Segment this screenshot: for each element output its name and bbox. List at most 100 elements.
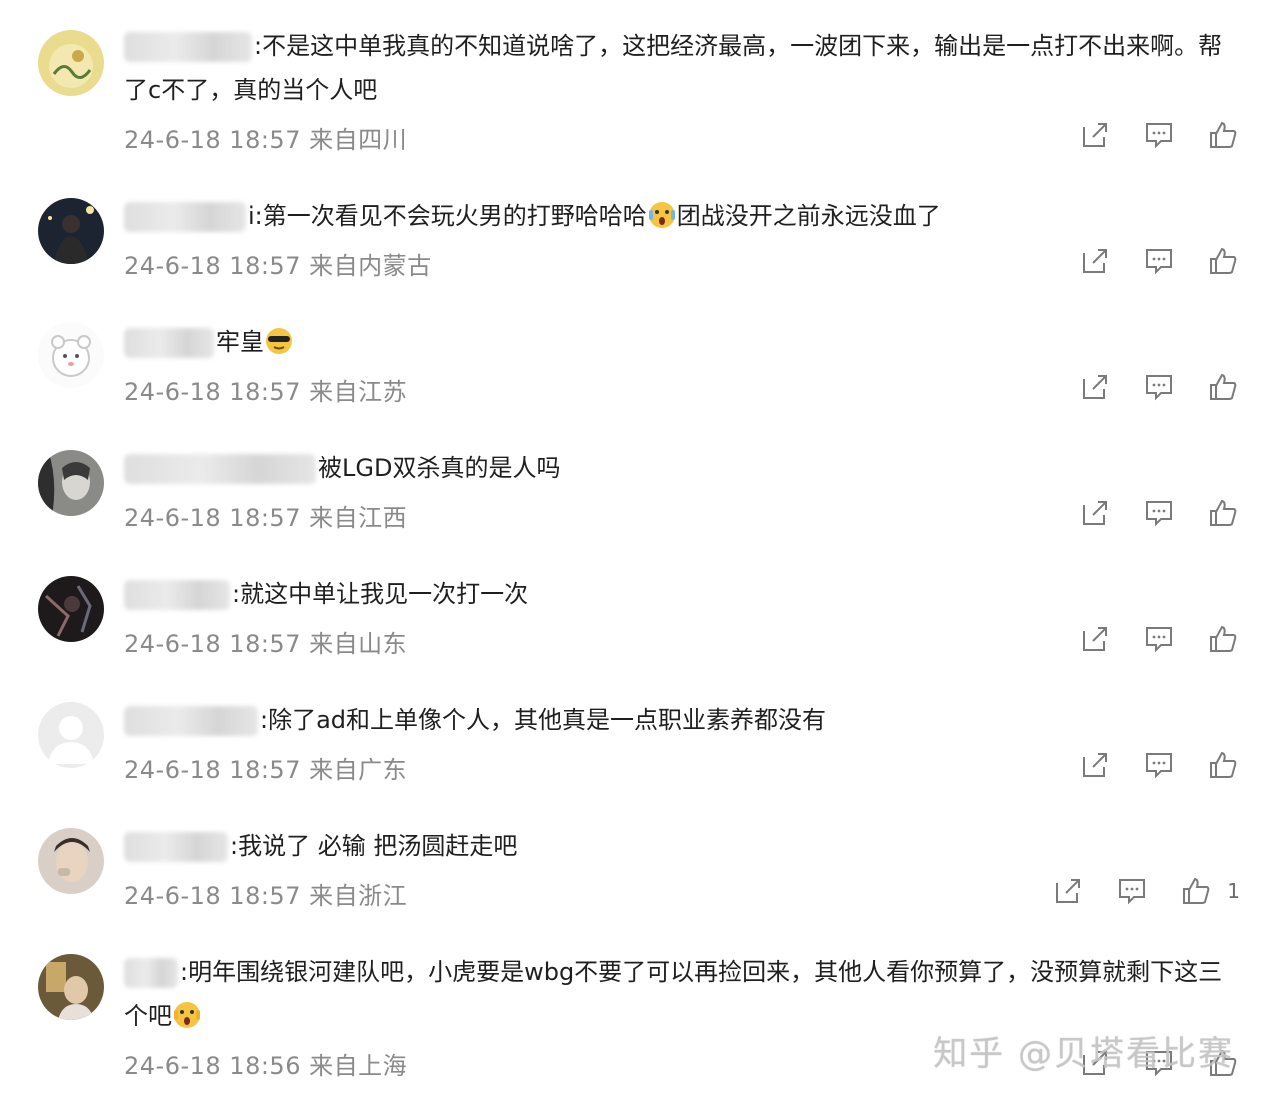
share-button[interactable]: [1078, 748, 1112, 782]
location: 来自上海: [309, 1052, 408, 1080]
reply-button[interactable]: [1142, 244, 1176, 278]
comment-meta: 24-6-18 18:57 来自江西: [124, 498, 407, 533]
comment-icon: [1146, 375, 1172, 401]
avatar[interactable]: [38, 450, 104, 516]
timestamp: 24-6-18 18:57: [124, 882, 301, 910]
comment-text: :不是这中单我真的不知道说啥了，这把经济最高，一波团下来，输出是一点打不出来啊。…: [124, 32, 1223, 104]
share-icon: [1056, 879, 1081, 903]
like-count: 1: [1227, 879, 1240, 903]
reply-button[interactable]: [1115, 874, 1149, 908]
username-blurred[interactable]: [124, 958, 178, 988]
comment-actions: [1048, 244, 1240, 278]
share-button[interactable]: [1078, 622, 1112, 656]
timestamp: 24-6-18 18:57: [124, 126, 301, 154]
comment-text: :我说了 必输 把汤圆赶走吧: [124, 824, 1236, 868]
comment-icon: [1146, 501, 1172, 527]
scream-emoji-icon: [648, 202, 675, 228]
username-blurred[interactable]: [124, 454, 316, 484]
share-icon: [1083, 627, 1107, 651]
username-blurred[interactable]: [124, 328, 214, 358]
thumbs-up-icon: [1210, 121, 1237, 148]
thumbs-up-icon: [1210, 247, 1237, 274]
comment-meta: 24-6-18 18:57 来自山东: [124, 624, 407, 659]
avatar[interactable]: [38, 198, 104, 264]
username-blurred[interactable]: [124, 832, 228, 862]
thumbs-up-icon: [1183, 877, 1210, 904]
timestamp: 24-6-18 18:56: [124, 1052, 301, 1080]
thumbs-up-icon: [1210, 625, 1237, 652]
location: 来自江苏: [309, 378, 408, 406]
comment-text: i:第一次看见不会玩火男的打野哈哈哈 团战没开之前永远没血了: [124, 194, 1236, 238]
comment-actions: [1048, 118, 1240, 152]
share-icon: [1083, 375, 1107, 399]
scream-emoji-icon: [174, 1002, 200, 1028]
thumbs-up-icon: [1210, 499, 1237, 526]
comment-meta: 24-6-18 18:57 来自四川: [124, 120, 407, 155]
username-blurred[interactable]: [124, 32, 252, 62]
reply-button[interactable]: [1142, 496, 1176, 530]
avatar[interactable]: [38, 322, 104, 388]
comment-text: 被LGD双杀真的是人吗: [124, 446, 1236, 490]
comment-icon: [1146, 627, 1172, 653]
comment-text: 牢皇: [124, 320, 1236, 364]
avatar[interactable]: [38, 576, 104, 642]
username-blurred[interactable]: [124, 202, 246, 232]
comment-icon: [1119, 879, 1146, 905]
location: 来自浙江: [309, 882, 408, 910]
comment-text: :除了ad和上单像个人，其他真是一点职业素养都没有: [124, 698, 1236, 742]
comment-meta: 24-6-18 18:57 来自广东: [124, 750, 407, 785]
comment-actions: [1048, 748, 1240, 782]
comment-icon: [1146, 249, 1172, 275]
reply-button[interactable]: [1142, 118, 1176, 152]
share-icon: [1083, 249, 1107, 273]
like-button[interactable]: [1206, 118, 1240, 152]
share-button[interactable]: [1078, 244, 1112, 278]
comment-icon: [1146, 753, 1172, 779]
comment-icon: [1146, 123, 1172, 149]
like-button[interactable]: [1206, 748, 1240, 782]
share-button[interactable]: [1051, 874, 1085, 908]
comment-meta: 24-6-18 18:56 来自上海: [124, 1046, 407, 1081]
share-button[interactable]: [1078, 496, 1112, 530]
share-button[interactable]: [1078, 118, 1112, 152]
avatar[interactable]: [38, 702, 104, 768]
thumbs-up-icon: [1210, 373, 1237, 400]
location: 来自广东: [309, 756, 408, 784]
timestamp: 24-6-18 18:57: [124, 504, 301, 532]
location: 来自四川: [309, 126, 408, 154]
like-button[interactable]: [1206, 496, 1240, 530]
like-button[interactable]: [1206, 370, 1240, 404]
share-icon: [1083, 501, 1107, 525]
share-icon: [1083, 123, 1107, 147]
thumbs-up-icon: [1210, 751, 1237, 778]
timestamp: 24-6-18 18:57: [124, 630, 301, 658]
avatar[interactable]: [38, 30, 104, 96]
comment-actions: [1048, 496, 1240, 530]
username-blurred[interactable]: [124, 580, 230, 610]
location: 来自山东: [309, 630, 408, 658]
sunglasses-emoji-icon: [266, 328, 292, 354]
location: 来自内蒙古: [309, 252, 432, 280]
username-blurred[interactable]: [124, 706, 258, 736]
timestamp: 24-6-18 18:57: [124, 756, 301, 784]
like-button[interactable]: [1179, 874, 1213, 908]
comment-meta: 24-6-18 18:57 来自江苏: [124, 372, 407, 407]
comment-meta: 24-6-18 18:57 来自浙江: [124, 876, 407, 911]
reply-button[interactable]: [1142, 370, 1176, 404]
reply-button[interactable]: [1142, 748, 1176, 782]
timestamp: 24-6-18 18:57: [124, 378, 301, 406]
comment-actions: [1048, 370, 1240, 404]
like-button[interactable]: [1206, 244, 1240, 278]
comment-actions: [1048, 622, 1240, 656]
avatar[interactable]: [38, 828, 104, 894]
like-button[interactable]: [1206, 622, 1240, 656]
avatar[interactable]: [38, 954, 104, 1020]
comment-meta: 24-6-18 18:57 来自内蒙古: [124, 246, 432, 281]
zhihu-watermark: 知乎 @贝塔看比赛: [933, 1034, 1234, 1074]
share-button[interactable]: [1078, 370, 1112, 404]
comment-actions: 1: [1021, 874, 1240, 908]
comment-text: :就这中单让我见一次打一次: [124, 572, 1236, 616]
comment-list: :不是这中单我真的不知道说啥了，这把经济最高，一波团下来，输出是一点打不出来啊。…: [0, 0, 1266, 1098]
location: 来自江西: [309, 504, 408, 532]
reply-button[interactable]: [1142, 622, 1176, 656]
